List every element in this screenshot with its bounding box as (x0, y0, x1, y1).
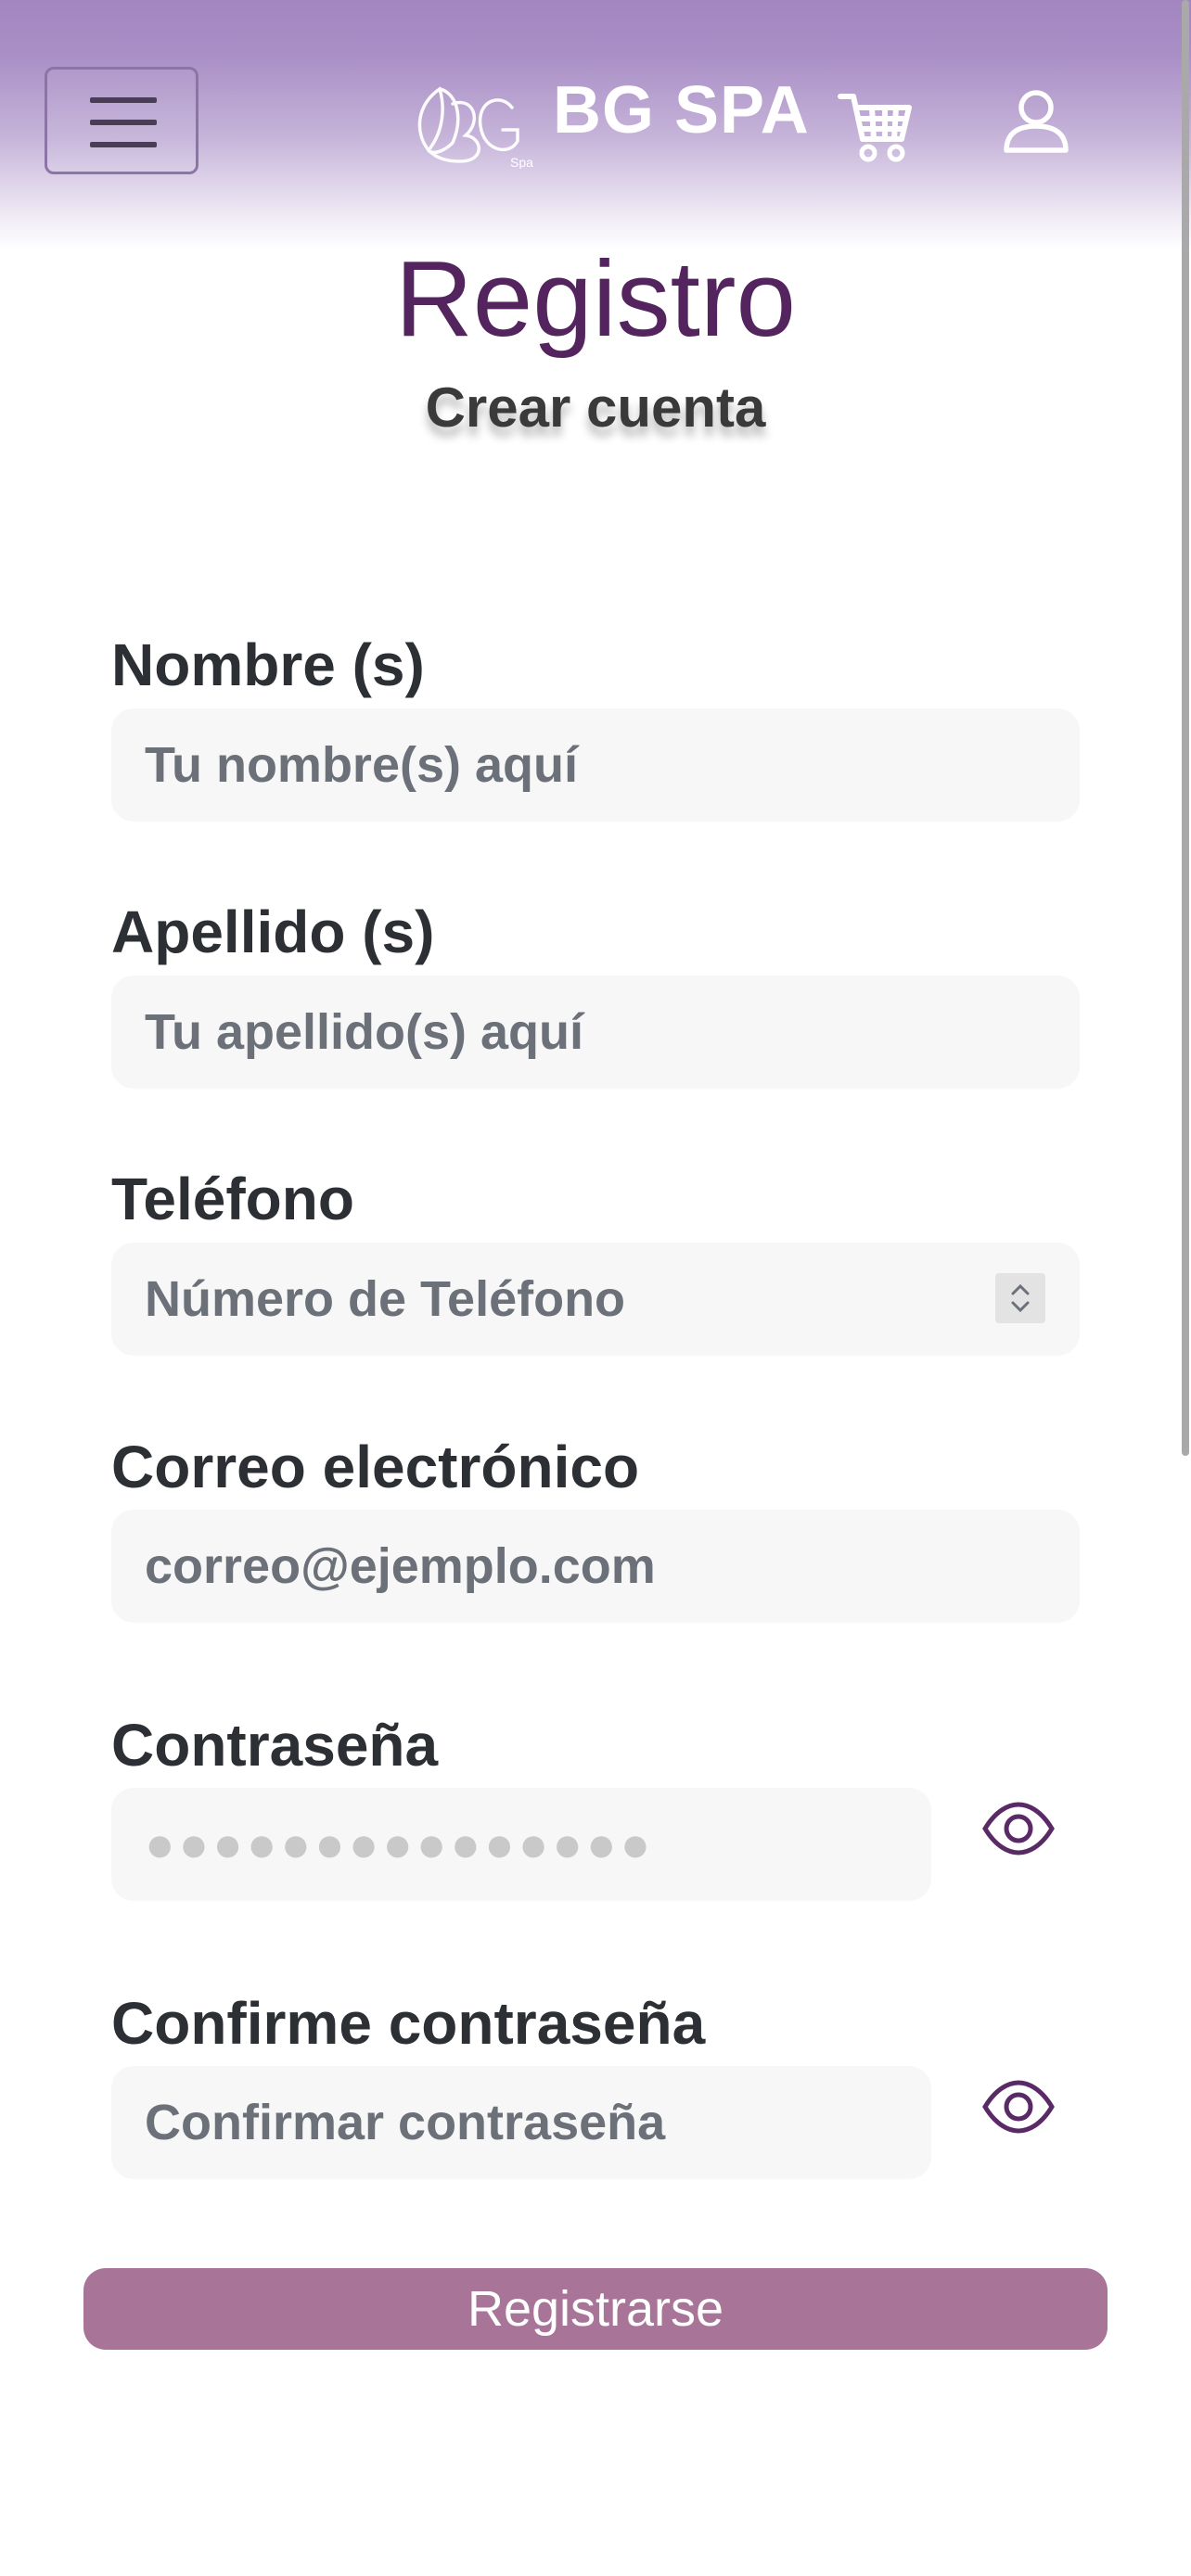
top-header: Spa BG SPA (0, 0, 1191, 250)
page-title: Registro (395, 238, 796, 359)
telefono-input[interactable] (111, 1243, 1080, 1356)
scrollbar[interactable] (1182, 0, 1189, 1456)
svg-text:Spa: Spa (510, 155, 533, 169)
eye-icon[interactable] (981, 1801, 1056, 1856)
nombre-label: Nombre (s) (111, 631, 425, 698)
register-button[interactable]: Registrarse (83, 2268, 1108, 2350)
hamburger-bar (90, 142, 157, 147)
telefono-label: Teléfono (111, 1166, 354, 1232)
cart-icon[interactable] (837, 87, 915, 165)
password-input[interactable] (111, 1788, 931, 1901)
eye-icon[interactable] (981, 2079, 1056, 2135)
nombre-input[interactable] (111, 708, 1080, 822)
hamburger-menu-icon (90, 97, 157, 103)
bg-spa-logo[interactable]: Spa (408, 76, 545, 169)
contrasena-label: Contraseña (111, 1712, 439, 1779)
number-stepper-icon[interactable] (995, 1273, 1045, 1323)
confirmar-label: Confirme contraseña (111, 1990, 706, 2057)
user-icon[interactable] (1002, 87, 1070, 156)
brand-name[interactable]: BG SPA (553, 72, 810, 148)
page-subtitle: Crear cuenta (425, 376, 766, 439)
hamburger-bar (90, 120, 157, 125)
menu-toggle-button[interactable] (45, 67, 198, 174)
apellido-label: Apellido (s) (111, 899, 435, 965)
correo-label: Correo electrónico (111, 1434, 640, 1500)
correo-input[interactable] (111, 1510, 1080, 1623)
apellido-input[interactable] (111, 976, 1080, 1089)
confirm-password-input[interactable] (111, 2066, 931, 2179)
